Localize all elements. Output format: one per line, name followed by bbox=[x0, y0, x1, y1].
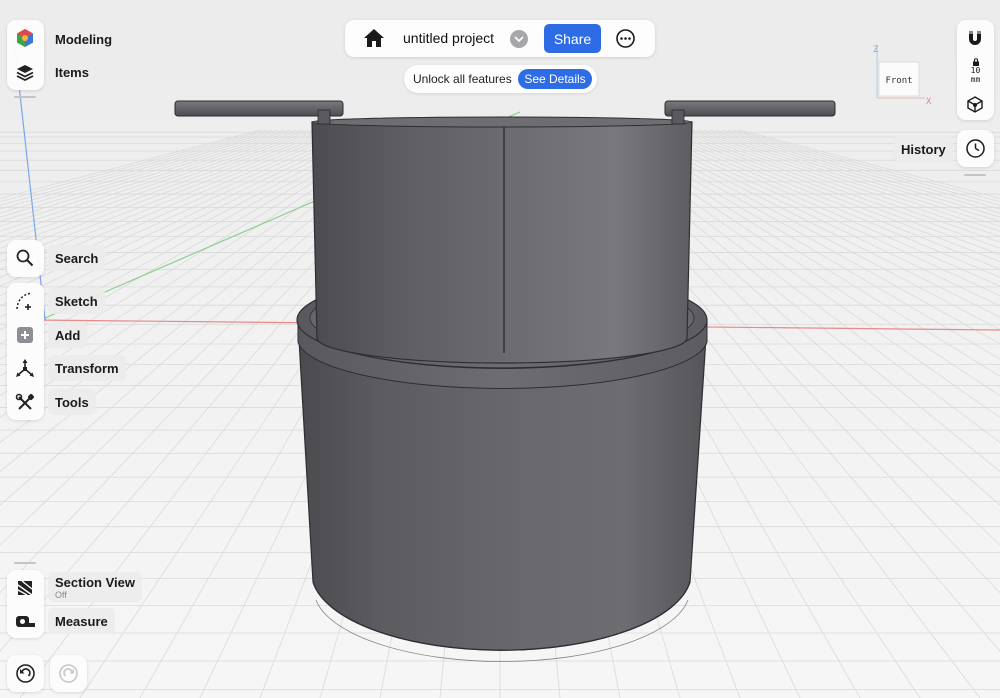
chevron-down-icon bbox=[514, 36, 524, 42]
sketch-icon bbox=[16, 292, 33, 310]
cube-icon bbox=[967, 96, 983, 113]
ellipsis-icon bbox=[616, 29, 635, 48]
divider bbox=[14, 562, 36, 564]
wrench-screwdriver-icon bbox=[15, 393, 35, 410]
home-button[interactable] bbox=[363, 28, 387, 50]
transform-button[interactable] bbox=[8, 352, 42, 386]
grid-size-button[interactable]: 10 mm bbox=[957, 58, 994, 84]
measure-label[interactable]: Measure bbox=[48, 608, 115, 634]
plus-square-icon bbox=[17, 327, 33, 343]
modeling-button[interactable] bbox=[8, 21, 42, 55]
redo-icon bbox=[59, 664, 78, 683]
items-button[interactable] bbox=[8, 55, 42, 89]
add-button[interactable] bbox=[8, 318, 42, 352]
view-cube-face-label: Front bbox=[885, 76, 912, 86]
create-tools-panel bbox=[7, 283, 44, 420]
history-label[interactable]: History bbox=[894, 136, 953, 162]
items-label[interactable]: Items bbox=[48, 59, 96, 85]
modeling-label[interactable]: Modeling bbox=[48, 26, 120, 52]
history-button[interactable] bbox=[957, 130, 994, 167]
divider bbox=[14, 96, 36, 98]
snap-button[interactable] bbox=[965, 28, 987, 50]
sketch-label[interactable]: Sketch bbox=[48, 288, 105, 314]
see-details-button[interactable]: See Details bbox=[518, 69, 592, 89]
snap-settings-panel: 10 mm bbox=[957, 20, 994, 120]
sketch-button[interactable] bbox=[8, 284, 42, 318]
view-mode-button[interactable] bbox=[966, 95, 986, 115]
home-icon bbox=[364, 29, 384, 47]
divider bbox=[964, 174, 986, 176]
clock-icon bbox=[966, 139, 985, 158]
section-view-label: Section View bbox=[55, 574, 135, 590]
inspect-panel bbox=[7, 570, 44, 638]
layers-icon bbox=[16, 65, 34, 82]
undo-button[interactable] bbox=[7, 655, 44, 692]
grid-size-value: 10 bbox=[970, 66, 981, 75]
tools-button[interactable] bbox=[8, 386, 42, 420]
redo-button[interactable] bbox=[50, 655, 87, 692]
lock-icon bbox=[972, 58, 979, 66]
section-view-state: Off bbox=[55, 589, 67, 600]
search-icon bbox=[16, 249, 34, 267]
undo-icon bbox=[16, 664, 35, 683]
section-view-icon bbox=[17, 580, 33, 596]
tools-label[interactable]: Tools bbox=[48, 389, 96, 415]
section-view-button[interactable] bbox=[8, 571, 42, 605]
unlock-features-text: Unlock all features bbox=[413, 72, 512, 86]
measure-button[interactable] bbox=[8, 604, 42, 638]
tape-measure-icon bbox=[16, 616, 35, 627]
search-panel bbox=[7, 240, 44, 277]
unlock-features-banner: Unlock all features See Details bbox=[404, 65, 597, 93]
workspace-panel bbox=[7, 20, 44, 90]
grid-size-unit: mm bbox=[970, 75, 981, 84]
more-options-button[interactable] bbox=[615, 28, 637, 50]
transform-icon bbox=[16, 359, 34, 377]
top-bar: untitled project Share bbox=[345, 20, 655, 57]
share-button[interactable]: Share bbox=[544, 24, 601, 53]
section-view-label-group[interactable]: Section View Off bbox=[48, 572, 142, 602]
transform-label[interactable]: Transform bbox=[48, 355, 126, 381]
x-axis-label: X bbox=[926, 97, 932, 107]
3d-viewport[interactable]: Front Z X bbox=[0, 0, 1000, 698]
project-dropdown-button[interactable] bbox=[510, 30, 528, 48]
search-button[interactable] bbox=[8, 241, 42, 275]
search-label[interactable]: Search bbox=[48, 245, 106, 271]
project-title[interactable]: untitled project bbox=[403, 30, 494, 46]
add-label[interactable]: Add bbox=[48, 322, 88, 348]
modeling-icon bbox=[17, 29, 33, 47]
z-axis-label: Z bbox=[873, 45, 879, 55]
magnet-icon bbox=[969, 31, 981, 45]
